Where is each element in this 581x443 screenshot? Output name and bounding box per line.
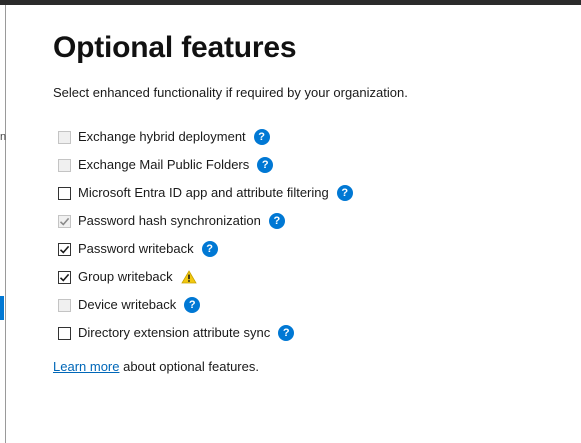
feature-checkbox xyxy=(58,158,71,172)
feature-label: Password hash synchronization xyxy=(78,213,261,228)
footer-text: Learn more about optional features. xyxy=(53,359,259,375)
feature-checkbox[interactable] xyxy=(58,270,71,284)
learn-more-link[interactable]: Learn more xyxy=(53,359,119,374)
feature-label[interactable]: Password writeback xyxy=(78,241,194,257)
feature-checkbox xyxy=(58,130,71,144)
feature-row: Device writeback? xyxy=(58,291,353,319)
feature-checkbox[interactable] xyxy=(58,242,71,256)
feature-label: Exchange hybrid deployment xyxy=(78,129,246,144)
left-navigation-pane xyxy=(0,5,6,443)
window-top-bar xyxy=(0,0,581,5)
feature-row: Password writeback? xyxy=(58,235,353,263)
help-icon[interactable]: ? xyxy=(336,185,353,201)
feature-row: Microsoft Entra ID app and attribute fil… xyxy=(58,179,353,207)
help-icon[interactable]: ? xyxy=(278,325,295,341)
feature-checkbox xyxy=(58,298,71,312)
help-icon[interactable]: ? xyxy=(268,213,285,229)
help-icon[interactable]: ? xyxy=(201,241,218,257)
feature-checkbox[interactable] xyxy=(58,186,71,200)
feature-row: Password hash synchronization? xyxy=(58,207,353,235)
feature-label[interactable]: Microsoft Entra ID app and attribute fil… xyxy=(78,185,329,201)
page-subtitle: Select enhanced functionality if require… xyxy=(53,85,408,100)
feature-checkbox xyxy=(58,214,71,228)
feature-checkbox[interactable] xyxy=(58,326,71,340)
feature-row: Directory extension attribute sync? xyxy=(58,319,353,347)
feature-label[interactable]: Directory extension attribute sync xyxy=(78,325,270,341)
help-icon[interactable]: ? xyxy=(184,297,201,313)
feature-label[interactable]: Group writeback xyxy=(78,269,173,285)
left-pane-text-fragment: n xyxy=(0,131,7,143)
feature-row: Exchange hybrid deployment? xyxy=(58,123,353,151)
page-title: Optional features xyxy=(53,31,297,64)
feature-label: Exchange Mail Public Folders xyxy=(78,157,250,172)
feature-label: Device writeback xyxy=(78,297,177,312)
help-icon[interactable]: ? xyxy=(253,129,270,145)
feature-list: Exchange hybrid deployment? Exchange Mail… xyxy=(58,123,353,347)
warning-icon xyxy=(180,270,197,284)
optional-features-page: Optional features Select enhanced functi… xyxy=(53,28,573,374)
feature-row: Exchange Mail Public Folders? xyxy=(58,151,353,179)
feature-row: Group writeback xyxy=(58,263,353,291)
left-pane-selected-indicator xyxy=(0,296,4,320)
help-icon[interactable]: ? xyxy=(257,157,274,173)
footer-trailing-text: about optional features. xyxy=(119,359,259,374)
